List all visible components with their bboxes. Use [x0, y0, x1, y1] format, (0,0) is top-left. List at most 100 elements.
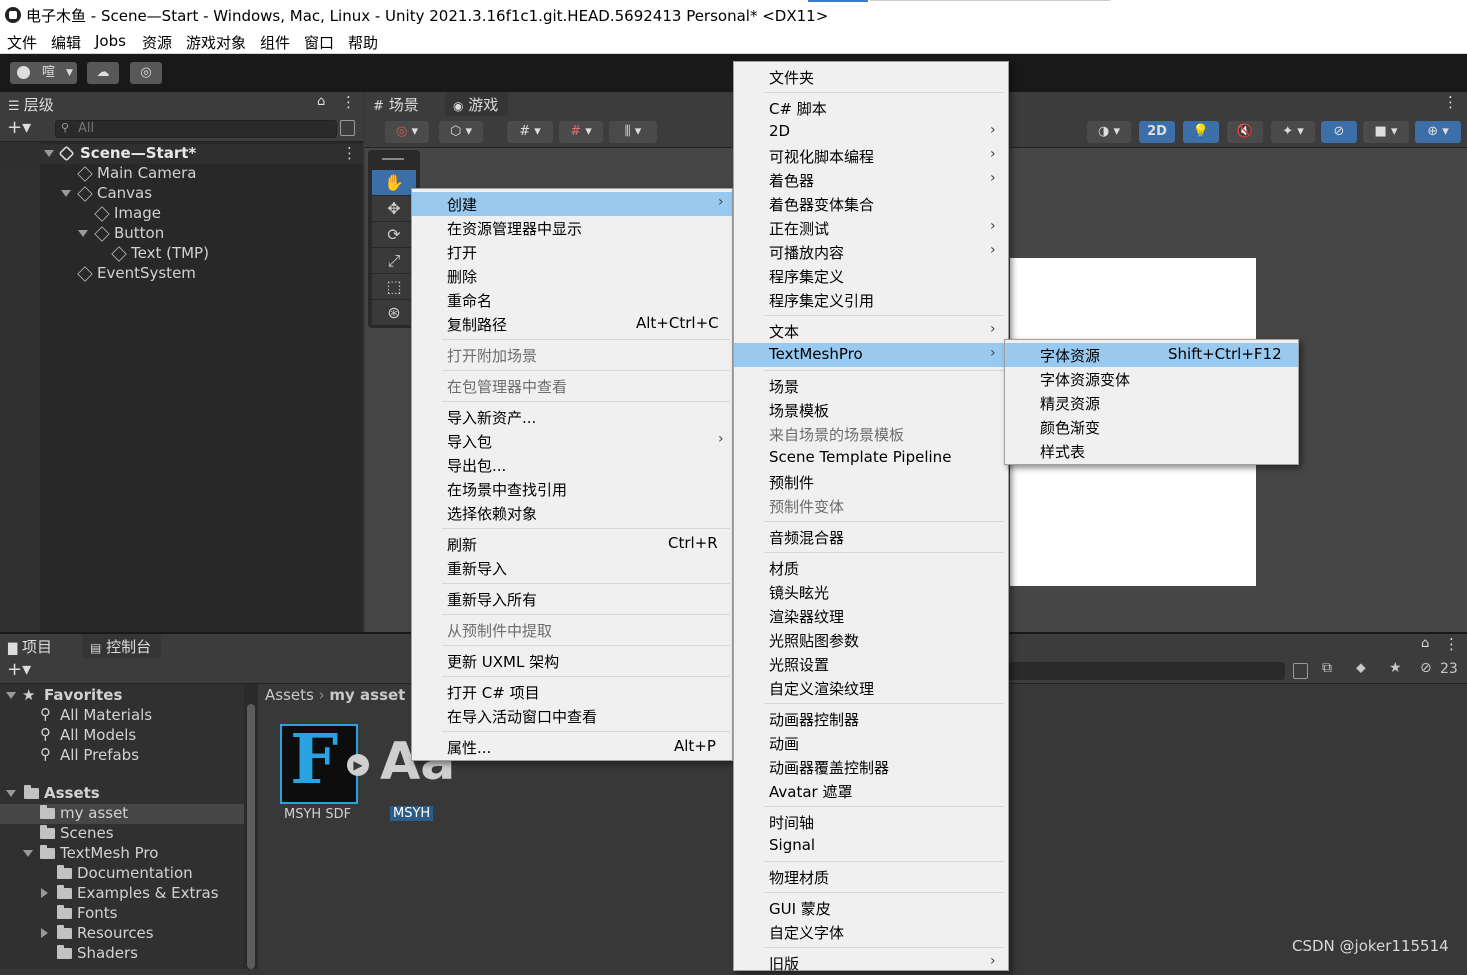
- create-animator-controller[interactable]: 动画器控制器: [734, 707, 1008, 731]
- tree-item-textmesh-pro[interactable]: TextMesh Pro: [0, 844, 244, 864]
- create-animation[interactable]: 动画: [734, 731, 1008, 755]
- create-material[interactable]: 材质: [734, 556, 1008, 580]
- camera-button[interactable]: ■ ▾: [1363, 121, 1409, 143]
- lock-icon[interactable]: ⌂: [1421, 636, 1429, 651]
- transform-tool-button[interactable]: ⊛: [372, 300, 416, 326]
- create-lightmap-parameters[interactable]: 光照贴图参数: [734, 628, 1008, 652]
- hierarchy-item-main-camera[interactable]: Main Camera: [0, 164, 363, 184]
- cloud-button[interactable]: ☁: [87, 62, 119, 84]
- menu-item-show-in-explorer[interactable]: 在资源管理器中显示: [412, 216, 732, 240]
- menu-item-open[interactable]: 打开: [412, 240, 732, 264]
- audio-toggle[interactable]: 🔇: [1227, 121, 1263, 143]
- favorites-row[interactable]: ★ Favorites: [0, 686, 244, 706]
- lighting-toggle[interactable]: 💡: [1183, 121, 1219, 143]
- hierarchy-item-button[interactable]: Button: [0, 224, 363, 244]
- gizmos-button[interactable]: ⊕ ▾: [1415, 121, 1461, 143]
- lock-icon[interactable]: ⌂: [317, 94, 325, 109]
- menu-item-find-references[interactable]: 在场景中查找引用: [412, 477, 732, 501]
- menu-item-update-uxml-schema[interactable]: 更新 UXML 架构: [412, 649, 732, 673]
- menu-item-import-package[interactable]: 导入包 ›: [412, 429, 732, 453]
- create-2d[interactable]: 2D ›: [734, 120, 1008, 144]
- toggle-2d-button[interactable]: 2D: [1139, 121, 1175, 143]
- hierarchy-scene-row[interactable]: Scene—Start* ⋮: [0, 144, 363, 164]
- hierarchy-search-input[interactable]: ⚲ All: [55, 120, 337, 138]
- create-text[interactable]: 文本 ›: [734, 319, 1008, 343]
- tab-hierarchy[interactable]: ☰ 层级: [0, 92, 64, 116]
- kebab-menu-icon[interactable]: ⋮: [1444, 635, 1459, 653]
- fav-all-materials[interactable]: ⚲ All Materials: [0, 705, 244, 726]
- create-shader[interactable]: 着色器 ›: [734, 168, 1008, 192]
- tree-item-documentation[interactable]: Documentation: [0, 864, 244, 884]
- tree-item-resources[interactable]: Resources: [0, 924, 244, 944]
- tree-scrollbar-thumb[interactable]: [247, 704, 255, 969]
- create-signal[interactable]: Signal: [734, 834, 1008, 858]
- grid-snap-button[interactable]: # ▾: [507, 121, 553, 143]
- gizmo-grid-button[interactable]: ⫼ ▾: [609, 121, 657, 143]
- menu-edit[interactable]: 编辑: [51, 32, 81, 53]
- create-scene[interactable]: 场景: [734, 374, 1008, 398]
- scene-menu-icon[interactable]: ⋮: [342, 144, 357, 162]
- tree-item-shaders[interactable]: Shaders: [0, 944, 244, 964]
- increment-snap-button[interactable]: # ▾: [559, 121, 603, 143]
- tab-game[interactable]: ◉ 游戏: [445, 92, 509, 116]
- create-gui-skin[interactable]: GUI 蒙皮: [734, 896, 1008, 920]
- menu-item-view-import-activity[interactable]: 在导入活动窗口中查看: [412, 704, 732, 728]
- menu-item-create[interactable]: 创建 ›: [412, 192, 732, 216]
- fav-all-models[interactable]: ⚲ All Models: [0, 725, 244, 746]
- tmp-font-asset-variant[interactable]: 字体资源变体: [1005, 367, 1298, 391]
- search-options-icon[interactable]: [340, 120, 355, 136]
- create-shader-variant-collection[interactable]: 着色器变体集合: [734, 192, 1008, 216]
- tab-scene[interactable]: # 场景: [365, 92, 429, 116]
- create-prefab[interactable]: 预制件: [734, 470, 1008, 494]
- label-filter-icon[interactable]: ⬥: [1356, 660, 1366, 676]
- create-lighting-settings[interactable]: 光照设置: [734, 652, 1008, 676]
- create-legacy[interactable]: 旧版 ›: [734, 951, 1008, 975]
- tab-project[interactable]: ▇ 项目: [0, 634, 63, 658]
- create-timeline[interactable]: 时间轴: [734, 810, 1008, 834]
- breadcrumb-assets[interactable]: Assets: [265, 686, 314, 704]
- drag-handle[interactable]: [382, 158, 404, 160]
- rotate-tool-button[interactable]: ⟳: [372, 222, 416, 248]
- create-csharp-script[interactable]: C# 脚本: [734, 96, 1008, 120]
- create-lens-flare[interactable]: 镜头眩光: [734, 580, 1008, 604]
- menu-item-reimport-all[interactable]: 重新导入所有: [412, 587, 732, 611]
- create-textmeshpro[interactable]: TextMeshPro ›: [734, 343, 1008, 367]
- tab-console[interactable]: ▤ 控制台: [82, 634, 162, 658]
- create-visual-scripting[interactable]: 可视化脚本编程 ›: [734, 144, 1008, 168]
- assets-row[interactable]: Assets: [0, 784, 244, 804]
- render-mode-button[interactable]: ⬡ ▾: [439, 121, 483, 143]
- hand-tool-button[interactable]: ✋: [372, 170, 416, 196]
- menu-window[interactable]: 窗口: [304, 32, 334, 53]
- create-avatar-mask[interactable]: Avatar 遮罩: [734, 779, 1008, 803]
- type-filter-icon[interactable]: ⧉: [1322, 660, 1332, 676]
- effects-button[interactable]: ✦ ▾: [1271, 121, 1315, 143]
- menu-help[interactable]: 帮助: [348, 32, 378, 53]
- menu-item-copy-path[interactable]: 复制路径 Alt+Ctrl+C: [412, 312, 732, 336]
- tree-item-examples-extras[interactable]: Examples & Extras: [0, 884, 244, 904]
- create-physic-material[interactable]: 物理材质: [734, 865, 1008, 889]
- asset-label-msyh[interactable]: MSYH: [390, 806, 434, 821]
- create-assembly-definition[interactable]: 程序集定义: [734, 264, 1008, 288]
- create-assembly-definition-reference[interactable]: 程序集定义引用: [734, 288, 1008, 312]
- fav-all-prefabs[interactable]: ⚲ All Prefabs: [0, 745, 244, 766]
- search-options-icon[interactable]: [1293, 663, 1308, 679]
- menu-item-reimport[interactable]: 重新导入: [412, 556, 732, 580]
- create-scene-template-pipeline[interactable]: Scene Template Pipeline: [734, 446, 1008, 470]
- hierarchy-item-canvas[interactable]: Canvas: [0, 184, 363, 204]
- menu-component[interactable]: 组件: [260, 32, 290, 53]
- tmp-font-asset[interactable]: 字体资源 Shift+Ctrl+F12: [1005, 343, 1298, 367]
- create-testing[interactable]: 正在测试 ›: [734, 216, 1008, 240]
- scale-tool-button[interactable]: ⤢: [372, 248, 416, 274]
- collab-button[interactable]: ◎: [130, 62, 162, 84]
- menu-item-import-new-asset[interactable]: 导入新资产...: [412, 405, 732, 429]
- create-audio-mixer[interactable]: 音频混合器: [734, 525, 1008, 549]
- create-custom-render-texture[interactable]: 自定义渲染纹理: [734, 676, 1008, 700]
- kebab-menu-icon[interactable]: ⋮: [341, 93, 356, 111]
- tmp-sprite-asset[interactable]: 精灵资源: [1005, 391, 1298, 415]
- breadcrumb-current[interactable]: my asset: [329, 686, 405, 704]
- create-custom-font[interactable]: 自定义字体: [734, 920, 1008, 944]
- tmp-color-gradient[interactable]: 颜色渐变: [1005, 415, 1298, 439]
- shading-button[interactable]: ◑ ▾: [1087, 121, 1131, 143]
- kebab-menu-icon[interactable]: ⋮: [1443, 93, 1458, 111]
- create-folder[interactable]: 文件夹: [734, 65, 1008, 89]
